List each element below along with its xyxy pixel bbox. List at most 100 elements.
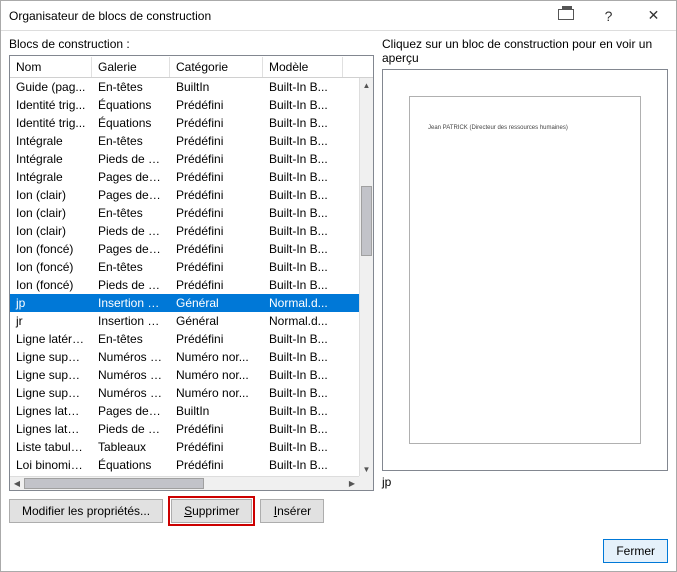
ribbon-icon[interactable] — [550, 9, 586, 23]
cell-gal: Pieds de p... — [92, 152, 170, 166]
table-row[interactable]: IntégraleEn-têtesPrédéfiniBuilt-In B... — [10, 132, 359, 150]
cell-nom: Loi binomiale — [10, 458, 92, 472]
cell-mod: Built-In B... — [263, 188, 343, 202]
cell-gal: En-têtes — [92, 260, 170, 274]
col-header-galerie[interactable]: Galerie — [92, 57, 170, 77]
scroll-down-arrow[interactable]: ▼ — [360, 462, 373, 476]
table-row[interactable]: Identité trig...ÉquationsPrédéfiniBuilt-… — [10, 114, 359, 132]
table-row[interactable]: Loi binomialeÉquationsPrédéfiniBuilt-In … — [10, 456, 359, 474]
table-row[interactable]: Guide (pag...En-têtesBuiltInBuilt-In B..… — [10, 78, 359, 96]
cell-gal: Pieds de p... — [92, 278, 170, 292]
horizontal-scroll-thumb[interactable] — [24, 478, 204, 489]
titlebar: Organisateur de blocs de construction ? … — [1, 1, 676, 31]
cell-cat: Général — [170, 296, 263, 310]
cell-nom: Ion (foncé) — [10, 260, 92, 274]
cell-gal: Pages de g... — [92, 188, 170, 202]
table-row[interactable]: Lignes latér...Pages de g...BuiltInBuilt… — [10, 402, 359, 420]
right-label: Cliquez sur un bloc de construction pour… — [382, 37, 668, 65]
cell-nom: Ligne supér... — [10, 386, 92, 400]
cell-gal: Pieds de p... — [92, 422, 170, 436]
vertical-scrollbar[interactable]: ▲ ▼ — [359, 78, 373, 476]
cell-gal: Numéros d... — [92, 386, 170, 400]
table-row[interactable]: IntégralePages de g...PrédéfiniBuilt-In … — [10, 168, 359, 186]
insert-button[interactable]: Insérer — [260, 499, 324, 523]
cell-cat: Prédéfini — [170, 242, 263, 256]
cell-mod: Built-In B... — [263, 116, 343, 130]
table-row[interactable]: IntégralePieds de p...PrédéfiniBuilt-In … — [10, 150, 359, 168]
close-button[interactable]: Fermer — [603, 539, 668, 563]
cell-gal: Équations — [92, 116, 170, 130]
cell-mod: Built-In B... — [263, 206, 343, 220]
cell-cat: Prédéfini — [170, 260, 263, 274]
table-row[interactable]: Lignes latér...Pieds de p...PrédéfiniBui… — [10, 420, 359, 438]
table-row[interactable]: Ligne supér...Numéros d...Numéro nor...B… — [10, 384, 359, 402]
cell-nom: Liste tabulai... — [10, 440, 92, 454]
cell-nom: jp — [10, 296, 92, 310]
cell-nom: Ion (foncé) — [10, 242, 92, 256]
scroll-right-arrow[interactable]: ▶ — [345, 477, 359, 490]
cell-nom: Ligne latérale — [10, 332, 92, 346]
cell-gal: Insertion a... — [92, 314, 170, 328]
table-row[interactable]: Ion (foncé)Pieds de p...PrédéfiniBuilt-I… — [10, 276, 359, 294]
modify-properties-button[interactable]: Modifier les propriétés... — [9, 499, 163, 523]
cell-nom: Intégrale — [10, 170, 92, 184]
table-row[interactable]: Ion (clair)En-têtesPrédéfiniBuilt-In B..… — [10, 204, 359, 222]
cell-gal: Pages de g... — [92, 242, 170, 256]
cell-cat: Prédéfini — [170, 170, 263, 184]
cell-cat: Prédéfini — [170, 458, 263, 472]
table-row[interactable]: jpInsertion a...GénéralNormal.d... — [10, 294, 359, 312]
table-row[interactable]: Ion (foncé)Pages de g...PrédéfiniBuilt-I… — [10, 240, 359, 258]
cell-nom: Ion (foncé) — [10, 278, 92, 292]
cell-mod: Normal.d... — [263, 296, 343, 310]
cell-nom: Lignes latér... — [10, 404, 92, 418]
cell-gal: Équations — [92, 458, 170, 472]
cell-nom: jr — [10, 314, 92, 328]
table-row[interactable]: Ion (foncé)En-têtesPrédéfiniBuilt-In B..… — [10, 258, 359, 276]
cell-cat: Prédéfini — [170, 152, 263, 166]
cell-cat: BuiltIn — [170, 80, 263, 94]
close-icon[interactable]: ✕ — [631, 1, 676, 30]
col-header-modele[interactable]: Modèle — [263, 57, 343, 77]
cell-gal: En-têtes — [92, 206, 170, 220]
table-row[interactable]: jrInsertion a...GénéralNormal.d... — [10, 312, 359, 330]
cell-mod: Built-In B... — [263, 422, 343, 436]
col-header-categorie[interactable]: Catégorie — [170, 57, 263, 77]
cell-gal: Pieds de p... — [92, 224, 170, 238]
help-button[interactable]: ? — [586, 1, 631, 30]
horizontal-scrollbar[interactable]: ◀ ▶ — [10, 476, 359, 490]
col-header-nom[interactable]: Nom — [10, 57, 92, 77]
cell-gal: Pages de g... — [92, 170, 170, 184]
table-row[interactable]: Liste tabulai...TableauxPrédéfiniBuilt-I… — [10, 438, 359, 456]
table-row[interactable]: Ligne supér...Numéros d...Numéro nor...B… — [10, 348, 359, 366]
cell-cat: Prédéfini — [170, 116, 263, 130]
cell-nom: Identité trig... — [10, 116, 92, 130]
cell-mod: Built-In B... — [263, 458, 343, 472]
cell-mod: Built-In B... — [263, 440, 343, 454]
cell-gal: Numéros d... — [92, 350, 170, 364]
table-row[interactable]: Identité trig...ÉquationsPrédéfiniBuilt-… — [10, 96, 359, 114]
scroll-left-arrow[interactable]: ◀ — [10, 477, 24, 490]
cell-cat: Numéro nor... — [170, 350, 263, 364]
cell-cat: Numéro nor... — [170, 386, 263, 400]
table-row[interactable]: Ligne latéraleEn-têtesPrédéfiniBuilt-In … — [10, 330, 359, 348]
table-row[interactable]: Ion (clair)Pieds de p...PrédéfiniBuilt-I… — [10, 222, 359, 240]
cell-cat: Prédéfini — [170, 440, 263, 454]
cell-mod: Built-In B... — [263, 404, 343, 418]
cell-mod: Built-In B... — [263, 260, 343, 274]
scroll-up-arrow[interactable]: ▲ — [360, 78, 373, 92]
cell-cat: Général — [170, 314, 263, 328]
cell-gal: Équations — [92, 98, 170, 112]
cell-gal: Numéros d... — [92, 368, 170, 382]
cell-nom: Lignes latér... — [10, 422, 92, 436]
cell-cat: Numéro nor... — [170, 368, 263, 382]
cell-mod: Built-In B... — [263, 368, 343, 382]
table-row[interactable]: Ligne supér...Numéros d...Numéro nor...B… — [10, 366, 359, 384]
table-body: Guide (pag...En-têtesBuiltInBuilt-In B..… — [10, 78, 359, 476]
cell-nom: Intégrale — [10, 134, 92, 148]
table-row[interactable]: Ion (clair)Pages de g...PrédéfiniBuilt-I… — [10, 186, 359, 204]
cell-cat: BuiltIn — [170, 404, 263, 418]
delete-button[interactable]: Supprimer — [171, 499, 252, 523]
vertical-scroll-thumb[interactable] — [361, 186, 372, 256]
cell-cat: Prédéfini — [170, 224, 263, 238]
cell-cat: Prédéfini — [170, 206, 263, 220]
